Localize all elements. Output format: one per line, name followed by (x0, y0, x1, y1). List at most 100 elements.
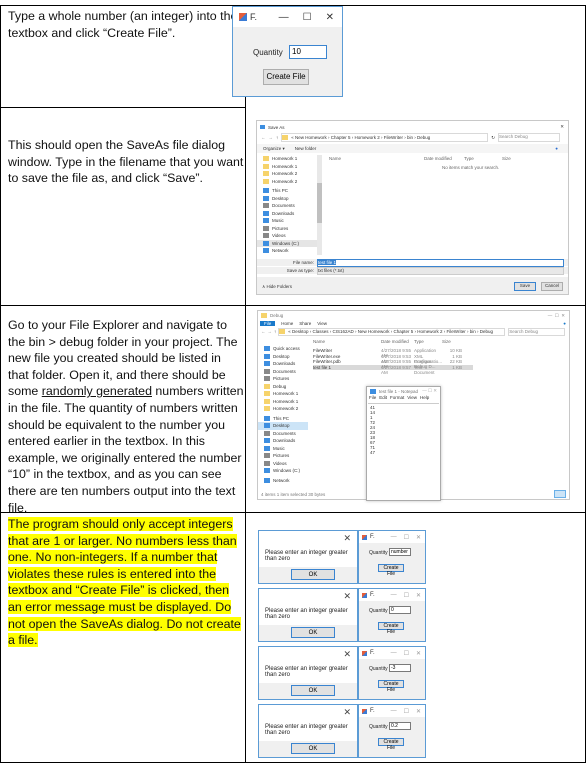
minimize-button[interactable]: — (391, 534, 397, 541)
maximize-button[interactable]: ☐ (404, 708, 409, 715)
save-button[interactable]: Save (514, 282, 536, 291)
minimize-button[interactable]: — (279, 12, 289, 23)
maximize-button[interactable]: ☐ (404, 534, 409, 541)
window-controls[interactable]: — ☐ ✕ (422, 388, 437, 394)
ok-button[interactable]: OK (291, 569, 335, 580)
ribbon-tab-view[interactable]: View (317, 321, 327, 326)
help-icon[interactable]: ● (563, 321, 566, 326)
nav-item[interactable]: Documents (258, 430, 308, 438)
nav-item[interactable]: Network (257, 247, 317, 255)
nav-item[interactable]: Pictures (258, 452, 308, 460)
column-header-type[interactable]: Type (414, 339, 442, 344)
create-file-button[interactable]: Create File (378, 738, 404, 751)
nav-item[interactable]: Windows (C:) (258, 467, 308, 475)
nav-item[interactable]: Downloads (257, 210, 317, 218)
nav-item[interactable]: This PC (257, 187, 317, 195)
column-header-name[interactable]: Name (313, 339, 381, 344)
nav-item[interactable]: Music (257, 217, 317, 225)
menu-view[interactable]: View (407, 395, 417, 401)
create-file-button[interactable]: Create File (378, 680, 404, 693)
create-file-button[interactable]: Create File (378, 564, 404, 577)
nav-item[interactable]: Videos (258, 460, 308, 468)
view-toggle-button[interactable] (554, 490, 566, 498)
back-button[interactable]: ← (261, 329, 266, 334)
nav-item[interactable]: Homework 2 (257, 178, 317, 186)
quantity-input[interactable]: 0 (389, 606, 411, 614)
column-header-name[interactable]: Name (329, 156, 424, 161)
nav-item[interactable]: Documents (257, 202, 317, 210)
nav-item[interactable]: Homework 1 (257, 155, 317, 163)
nav-item[interactable]: Pictures (258, 375, 308, 383)
nav-item[interactable]: Desktop (257, 195, 317, 203)
close-button[interactable]: ✕ (326, 12, 334, 23)
nav-scrollbar[interactable] (317, 155, 322, 255)
nav-item[interactable]: Documents (258, 368, 308, 376)
column-header-date[interactable]: Date modified (381, 339, 414, 344)
hide-folders-button[interactable]: ∧ Hide Folders (262, 284, 292, 290)
quantity-input[interactable]: -3 (389, 664, 411, 672)
nav-item[interactable]: Homework 2 (258, 405, 308, 413)
column-header-date[interactable]: Date modified (424, 156, 464, 161)
close-button[interactable]: ✕ (343, 707, 351, 718)
organize-menu[interactable]: Organize ▾ (263, 146, 285, 152)
window-controls[interactable]: — ☐ ✕ (548, 313, 565, 319)
close-button[interactable]: ✕ (343, 591, 351, 602)
nav-item[interactable]: This PC (258, 415, 308, 423)
quantity-input[interactable]: number (389, 548, 411, 556)
ribbon-tab-home[interactable]: Home (281, 321, 293, 326)
column-header-type[interactable]: Type (464, 156, 502, 161)
nav-item[interactable]: Debug (258, 383, 308, 391)
maximize-button[interactable]: ☐ (404, 592, 409, 599)
nav-item[interactable]: Windows (C:) (257, 239, 317, 247)
maximize-button[interactable]: ☐ (303, 12, 312, 23)
create-file-button[interactable]: Create File (263, 69, 309, 85)
minimize-button[interactable]: — (391, 592, 397, 599)
close-button[interactable]: ✕ (416, 592, 421, 599)
ok-button[interactable]: OK (291, 627, 335, 638)
search-input[interactable]: Search Debug (498, 133, 561, 142)
menu-file[interactable]: File (369, 395, 376, 401)
notepad-text-area[interactable]: 41 14 1 72 24 23 18 67 71 47 (368, 403, 439, 499)
maximize-button[interactable]: ☐ (404, 650, 409, 657)
quantity-input[interactable]: 0.2 (389, 722, 411, 730)
nav-item[interactable]: Downloads (258, 437, 308, 445)
close-button[interactable]: ✕ (416, 708, 421, 715)
menu-edit[interactable]: Edit (379, 395, 387, 401)
nav-item[interactable]: Pictures (257, 225, 317, 233)
forward-button[interactable]: → (269, 135, 274, 140)
nav-item[interactable]: Network (258, 477, 308, 485)
quantity-input[interactable]: 10 (289, 45, 327, 59)
new-folder-button[interactable]: New folder (295, 146, 317, 151)
ok-button[interactable]: OK (291, 743, 335, 754)
close-button[interactable]: ✕ (560, 124, 564, 130)
nav-item[interactable]: Desktop (258, 422, 308, 430)
close-button[interactable]: ✕ (343, 533, 351, 544)
close-button[interactable]: ✕ (416, 650, 421, 657)
nav-item[interactable]: Music (258, 445, 308, 453)
nav-item[interactable]: Homework 1 (257, 163, 317, 171)
up-button[interactable]: ↑ (274, 329, 276, 334)
create-file-button[interactable]: Create File (378, 622, 404, 635)
ribbon-tab-share[interactable]: Share (299, 321, 311, 326)
nav-item[interactable]: Homework 1 (258, 398, 308, 406)
close-button[interactable]: ✕ (343, 649, 351, 660)
ok-button[interactable]: OK (291, 685, 335, 696)
search-input[interactable]: Search Debug (508, 327, 566, 336)
nav-item[interactable]: Homework 2 (257, 170, 317, 178)
help-icon[interactable]: ● (555, 146, 558, 151)
forward-button[interactable]: → (268, 329, 273, 334)
menu-help[interactable]: Help (420, 395, 429, 401)
refresh-button[interactable]: ↻ (491, 135, 495, 141)
file-name-input[interactable]: test file 1 (317, 258, 564, 267)
nav-item[interactable]: Desktop (258, 353, 308, 361)
address-bar[interactable]: « Desktop › Classes › CIS162AD › New Hom… (278, 327, 506, 336)
minimize-button[interactable]: — (391, 708, 397, 715)
close-button[interactable]: ✕ (416, 534, 421, 541)
nav-item[interactable]: Videos (257, 232, 317, 240)
nav-item[interactable]: Quick access (258, 345, 308, 353)
up-button[interactable]: ↑ (276, 135, 278, 140)
ribbon-tab-file[interactable]: File (260, 320, 276, 326)
cancel-button[interactable]: Cancel (541, 282, 563, 291)
nav-item[interactable]: Homework 1 (258, 390, 308, 398)
column-header-size[interactable]: Size (442, 339, 462, 344)
